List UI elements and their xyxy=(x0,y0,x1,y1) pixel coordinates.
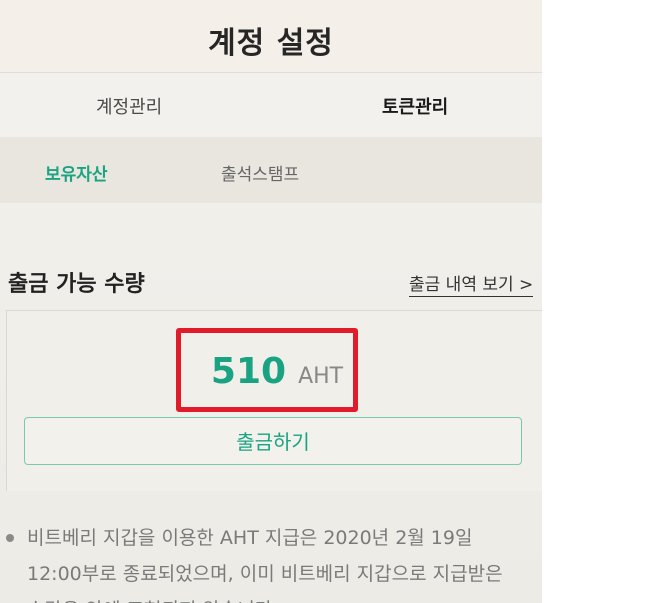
header: 계정 설정 xyxy=(0,0,542,73)
notice-line-2: 12:00부로 종료되었으며, 이미 비트베리 지갑으로 지급받은 xyxy=(27,563,503,585)
main-tabs: 계정관리 토큰관리 xyxy=(0,73,542,137)
notice-text: 비트베리 지갑을 이용한 AHT 지급은 2020년 2월 19일 12:00부… xyxy=(27,520,542,603)
tab-token-management[interactable]: 토큰관리 xyxy=(382,93,448,119)
sub-tabs: 보유자산 출석스탬프 xyxy=(0,137,542,203)
notice-line-1: 비트베리 지갑을 이용한 AHT 지급은 2020년 2월 19일 xyxy=(27,527,473,549)
tab-account-management[interactable]: 계정관리 xyxy=(96,93,162,119)
page-title: 계정 설정 xyxy=(208,26,334,61)
withdrawable-amount-title: 출금 가능 수량 xyxy=(8,272,145,297)
app-screen: 계정 설정 계정관리 토큰관리 보유자산 출석스탬프 출금 가능 수량 출금 내… xyxy=(0,0,542,603)
bullet-icon xyxy=(6,534,14,542)
notice-line-3: 수량은 안에 표현되지 않습니다. xyxy=(27,592,542,603)
subtab-attendance-stamp[interactable]: 출석스탬프 xyxy=(221,160,299,185)
subtab-holdings[interactable]: 보유자산 xyxy=(45,160,108,185)
withdraw-button[interactable]: 출금하기 xyxy=(24,417,522,465)
withdraw-history-link[interactable]: 출금 내역 보기 > xyxy=(409,270,534,297)
highlight-box xyxy=(176,328,358,412)
notice: 비트베리 지갑을 이용한 AHT 지급은 2020년 2월 19일 12:00부… xyxy=(0,516,542,603)
